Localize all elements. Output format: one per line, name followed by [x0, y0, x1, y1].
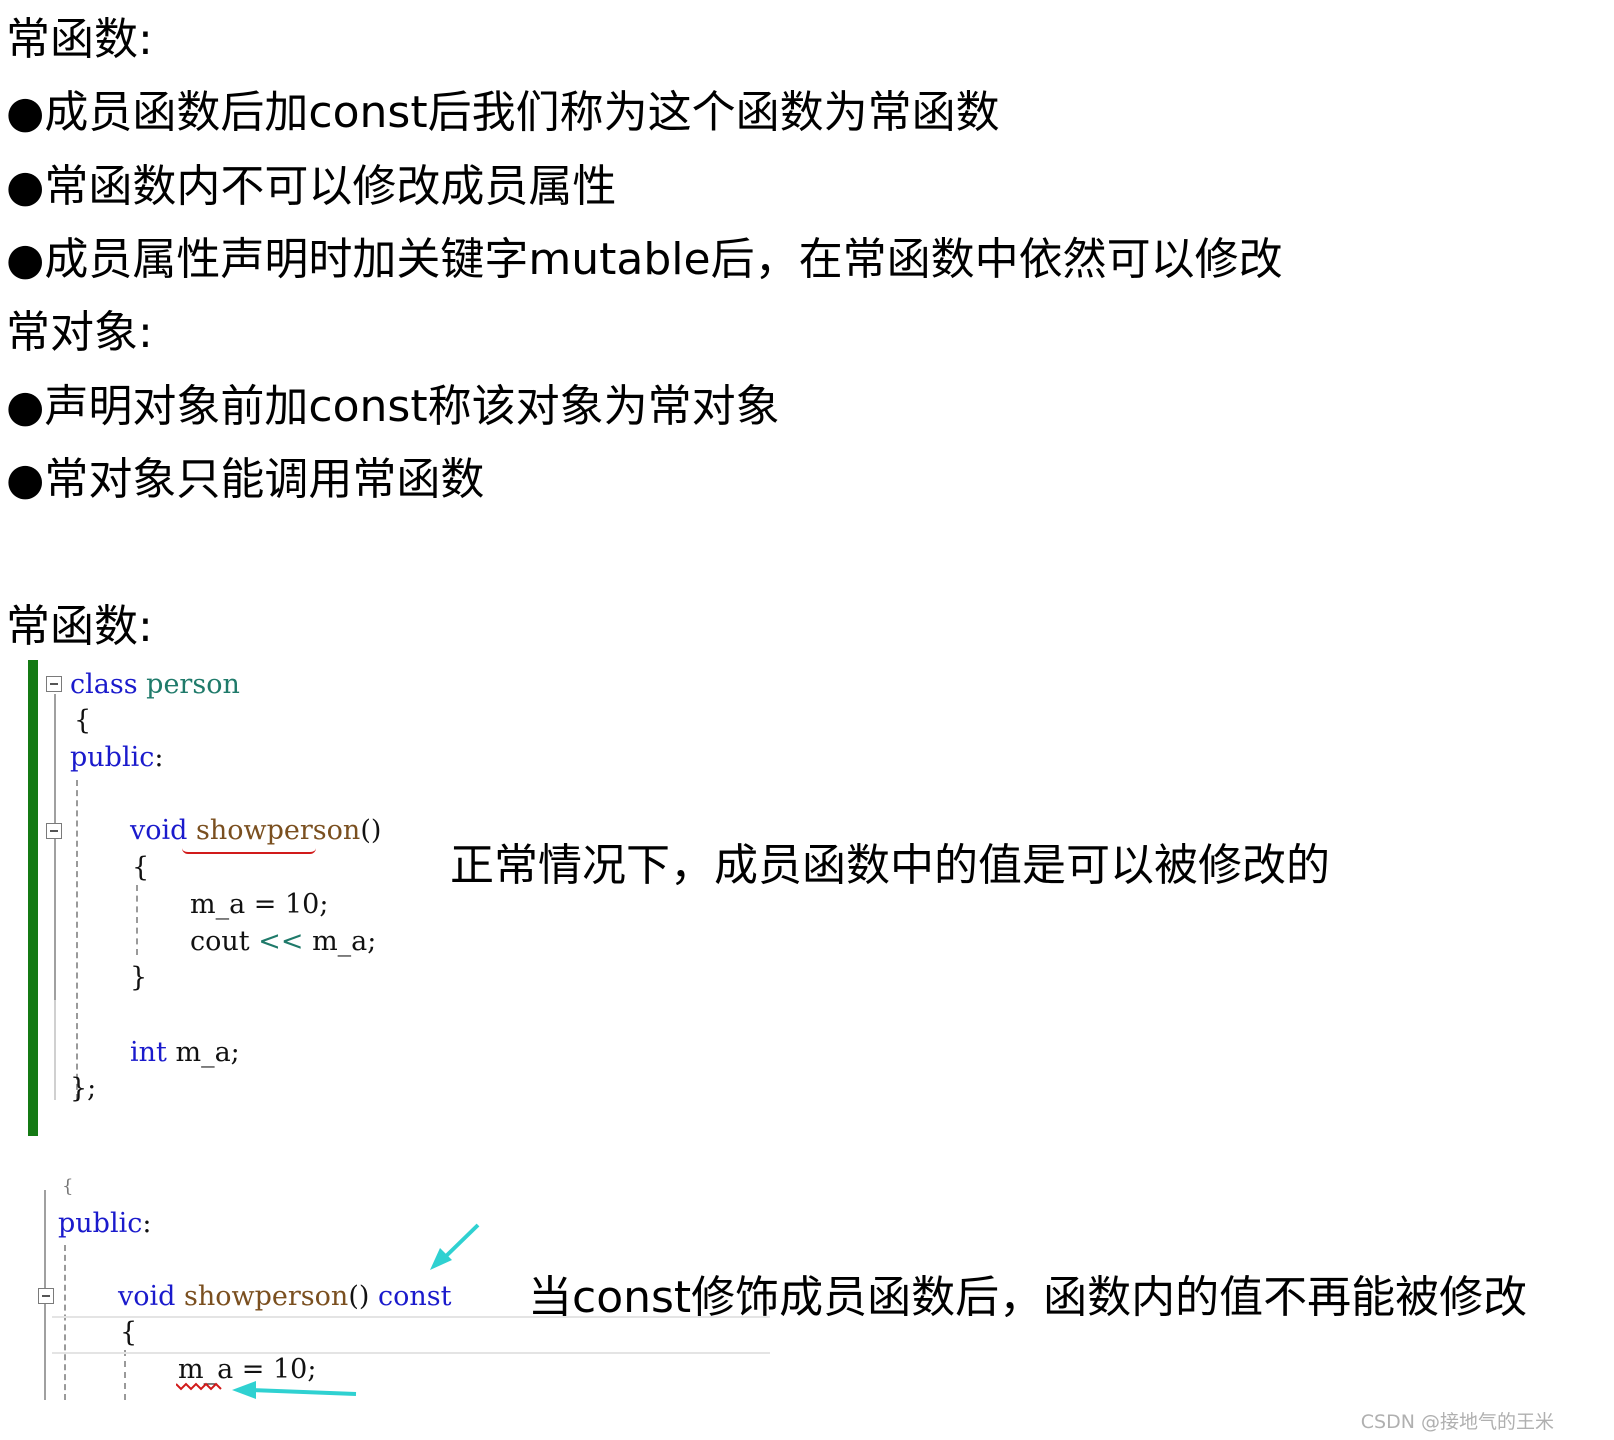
- code-line-cout: cout << m_a;: [190, 925, 376, 959]
- code-line-public-2: public:: [58, 1207, 151, 1241]
- watermark: CSDN @接地气的王米: [1360, 1411, 1554, 1433]
- fold-toggle-function-icon[interactable]: [46, 823, 62, 839]
- bullet-const-function-definition: ●成员函数后加const后我们称为这个函数为常函数: [6, 87, 1000, 138]
- code-line-top-fragment: {: [62, 1176, 74, 1197]
- code-line-assign: m_a = 10;: [190, 889, 329, 920]
- code-line-const-function: void showperson() const: [118, 1280, 451, 1314]
- code-line-public: public:: [70, 741, 163, 775]
- arrow-pointing-assign-icon: [232, 1381, 357, 1399]
- bullet-const-object-definition: ●声明对象前加const称该对象为常对象: [6, 381, 780, 432]
- code-line-function-decl: void showperson(): [130, 814, 381, 848]
- code-line-close: };: [70, 1073, 97, 1104]
- keyword-public: public: [70, 742, 155, 773]
- heading-const-object: 常对象:: [6, 307, 153, 358]
- code-line-inner-open: {: [132, 852, 150, 883]
- heading-const-function: 常函数:: [6, 14, 153, 65]
- fold-toggle-class-icon[interactable]: [46, 676, 62, 692]
- cout-rest: m_a;: [312, 926, 377, 957]
- annotation-normal-case: 正常情况下，成员函数中的值是可以被修改的: [450, 840, 1330, 891]
- function-underline: [182, 848, 316, 854]
- fold-toggle-function-2-icon[interactable]: [38, 1288, 54, 1304]
- arrow-pointing-const-icon: [430, 1223, 480, 1270]
- class-name: person: [146, 669, 240, 700]
- change-marker-bar: [28, 660, 38, 1136]
- section-heading-const-function: 常函数:: [6, 601, 153, 652]
- code-line-class-decl: class person: [70, 668, 240, 702]
- keyword-const: const: [377, 1281, 452, 1312]
- error-squiggle: [176, 1382, 222, 1391]
- keyword-void-2: void: [118, 1281, 176, 1312]
- keyword-int: int: [130, 1037, 167, 1068]
- code-line-inner-open-2: {: [120, 1317, 138, 1348]
- code-line-inner-close: }: [130, 962, 148, 993]
- member-name: m_a;: [175, 1037, 240, 1068]
- keyword-class: class: [70, 669, 138, 700]
- fold-guide-class: [54, 694, 56, 1000]
- function-parens-2: (): [348, 1281, 370, 1312]
- annotation-const-case: 当const修饰成员函数后，函数内的值不再能被修改: [528, 1272, 1528, 1323]
- public-colon: :: [154, 742, 164, 773]
- code-line-member-decl: int m_a;: [130, 1036, 240, 1070]
- indent-guide-inner-2: [124, 1350, 126, 1400]
- cout-word: cout: [190, 926, 250, 957]
- bullet-const-function-cannot-modify: ●常函数内不可以修改成员属性: [6, 161, 617, 212]
- function-parens: (): [360, 815, 382, 846]
- bullet-const-object-calls: ●常对象只能调用常函数: [6, 454, 485, 505]
- keyword-void: void: [130, 815, 188, 846]
- code-line-open-brace: {: [74, 705, 92, 736]
- function-name: showperson: [196, 815, 361, 846]
- fold-guide-class-end: [54, 1000, 56, 1100]
- bullet-mutable-keyword: ●成员属性声明时加关键字mutable后，在常函数中依然可以修改: [6, 234, 1283, 285]
- indent-guide-inner: [136, 885, 138, 955]
- indent-guide-outer: [76, 780, 78, 1100]
- function-name-2: showperson: [184, 1281, 349, 1312]
- keyword-public-2: public: [58, 1208, 143, 1239]
- public-colon-2: :: [142, 1208, 152, 1239]
- cout-operator: <<: [258, 926, 304, 957]
